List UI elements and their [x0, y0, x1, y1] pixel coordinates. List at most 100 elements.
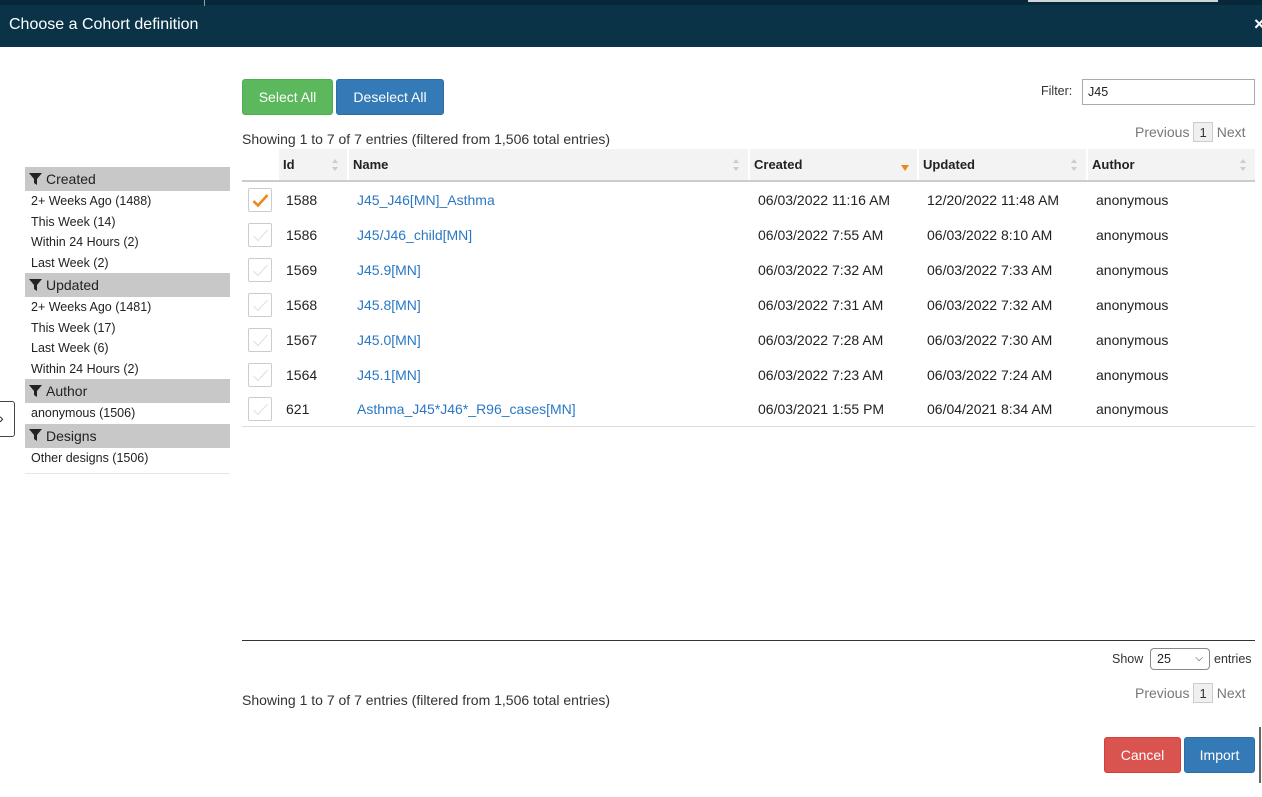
facet-item[interactable]: 2+ Weeks Ago (1481) [25, 297, 230, 318]
column-header-author[interactable]: Author [1088, 149, 1255, 180]
cell-name[interactable]: J45.8[MN] [349, 297, 750, 313]
checkbox-cell [242, 187, 279, 212]
cancel-button[interactable]: Cancel [1104, 737, 1181, 773]
facet-item[interactable]: 2+ Weeks Ago (1488) [25, 191, 230, 212]
page-length-select[interactable]: 25 ⌵ [1150, 648, 1210, 670]
facet-item[interactable]: This Week (14) [25, 212, 230, 233]
row-checkbox[interactable] [248, 257, 272, 282]
row-checkbox[interactable] [248, 327, 272, 352]
cell-created: 06/03/2021 1:55 PM [758, 401, 885, 417]
facet-header-updated: Updated [25, 273, 230, 297]
cell-name[interactable]: J45/J46_child[MN] [349, 227, 750, 243]
cell-name[interactable]: J45.9[MN] [349, 262, 750, 278]
cell-author: anonymous [1096, 366, 1169, 383]
facet-item[interactable]: Last Week (6) [25, 338, 230, 359]
table-info-bottom: Showing 1 to 7 of 7 entries (filtered fr… [242, 692, 611, 708]
next-link[interactable]: Next [1217, 124, 1246, 140]
page-1-button[interactable]: 1 [1193, 683, 1213, 703]
row-checkbox[interactable] [248, 222, 272, 247]
table-row[interactable]: 1586 J45/J46_child[MN] 06/03/2022 7:55 AM 0… [242, 217, 1255, 252]
table-row[interactable]: 1564 J45.1[MN] 06/03/2022 7:23 AM 06/03/202… [242, 357, 1255, 392]
row-checkbox[interactable] [248, 187, 272, 212]
facet-item[interactable]: Within 24 Hours (2) [25, 232, 230, 253]
modal-title: Choose a Cohort definition [9, 16, 199, 33]
top-input-edge [1028, 0, 1218, 2]
check-icon [253, 299, 268, 311]
table-header: Id Name Created Updated Author [242, 149, 1255, 182]
close-icon[interactable]: × [1254, 14, 1262, 35]
cell-updated: 12/20/2022 11:48 AM [927, 191, 1060, 208]
page-length-value: 25 [1157, 652, 1171, 666]
next-link[interactable]: Next [1217, 685, 1246, 701]
page-1-button[interactable]: 1 [1193, 122, 1213, 142]
sort-icon [1071, 159, 1077, 171]
check-icon [252, 193, 269, 207]
previous-link[interactable]: Previous [1135, 124, 1189, 140]
facet-item[interactable]: Within 24 Hours (2) [25, 359, 230, 380]
facet-item[interactable]: Other designs (1506) [25, 448, 230, 469]
row-checkbox[interactable] [248, 397, 272, 421]
row-checkbox[interactable] [248, 362, 272, 387]
expand-panel-button[interactable]: › [0, 401, 15, 437]
sort-icon [332, 159, 338, 171]
divider [204, 0, 205, 6]
column-header-id[interactable]: Id [279, 149, 349, 180]
cell-author: anonymous [1096, 191, 1169, 208]
cell-id: 1568 [286, 296, 318, 313]
cell-author: anonymous [1096, 296, 1169, 313]
filter-input[interactable] [1082, 79, 1255, 105]
check-icon [253, 229, 268, 241]
deselect-all-button[interactable]: Deselect All [336, 79, 444, 115]
cell-updated: 06/03/2022 7:24 AM [927, 366, 1053, 383]
facet-header-created: Created [25, 167, 230, 191]
checkbox-cell [242, 222, 279, 247]
select-all-button[interactable]: Select All [242, 79, 333, 115]
cell-id: 1569 [286, 261, 318, 278]
cell-id: 621 [286, 401, 310, 417]
top-bar-strip [0, 0, 1262, 5]
cell-name[interactable]: J45_J46[MN]_Asthma [349, 192, 750, 208]
cell-updated: 06/03/2022 7:30 AM [927, 331, 1053, 348]
chevron-down-icon: ⌵ [1195, 653, 1203, 664]
previous-link[interactable]: Previous [1135, 685, 1189, 701]
facet-item[interactable]: This Week (17) [25, 318, 230, 339]
filter-label: Filter: [1041, 84, 1073, 98]
facet-header-author: Author [25, 379, 230, 403]
facet-title: Created [46, 171, 96, 187]
table-row[interactable]: 1569 J45.9[MN] 06/03/2022 7:32 AM 06/03/202… [242, 252, 1255, 287]
check-icon [253, 369, 268, 381]
cell-created: 06/03/2022 7:23 AM [758, 366, 884, 383]
cell-name[interactable]: J45.1[MN] [349, 367, 750, 383]
show-label: Show [1112, 652, 1144, 666]
cell-name[interactable]: Asthma_J45*J46*_R96_cases[MN] [349, 401, 750, 417]
filter-icon [29, 172, 42, 185]
facet-item[interactable]: anonymous (1506) [25, 403, 230, 424]
cell-author: anonymous [1096, 261, 1169, 278]
cell-created: 06/03/2022 7:28 AM [758, 331, 884, 348]
column-label: Updated [923, 157, 975, 172]
cell-id: 1588 [286, 191, 318, 208]
pagination-bottom: Previous 1 Next [1135, 683, 1246, 703]
facet-item[interactable]: Last Week (2) [25, 253, 230, 274]
cell-id: 1564 [286, 366, 318, 383]
row-checkbox[interactable] [248, 292, 272, 317]
column-header-created[interactable]: Created [750, 149, 919, 180]
table-row[interactable]: 1588 J45_J46[MN]_Asthma 06/03/2022 11:16 A… [242, 182, 1255, 217]
check-icon [253, 334, 268, 346]
column-header-updated[interactable]: Updated [919, 149, 1088, 180]
entries-label: entries [1214, 652, 1252, 666]
table-info-top: Showing 1 to 7 of 7 entries (filtered fr… [242, 131, 611, 147]
filter-icon [29, 429, 42, 441]
facet-panel: Created 2+ Weeks Ago (1488) This Week (14)… [25, 167, 230, 474]
import-button[interactable]: Import [1184, 737, 1255, 773]
cell-updated: 06/04/2021 8:34 AM [927, 401, 1053, 417]
cell-created: 06/03/2022 7:55 AM [758, 226, 884, 243]
facet-title: Author [46, 383, 88, 399]
checkbox-cell [242, 292, 279, 317]
table-row[interactable]: 1568 J45.8[MN] 06/03/2022 7:31 AM 06/03/202… [242, 287, 1255, 322]
column-header-name[interactable]: Name [349, 149, 750, 180]
cell-name[interactable]: J45.0[MN] [349, 332, 750, 348]
checkbox-cell [242, 327, 279, 352]
table-row[interactable]: 621 Asthma_J45*J46*_R96_cases[MN] 06/03/20… [242, 392, 1255, 427]
table-row[interactable]: 1567 J45.0[MN] 06/03/2022 7:28 AM 06/03/202… [242, 322, 1255, 357]
